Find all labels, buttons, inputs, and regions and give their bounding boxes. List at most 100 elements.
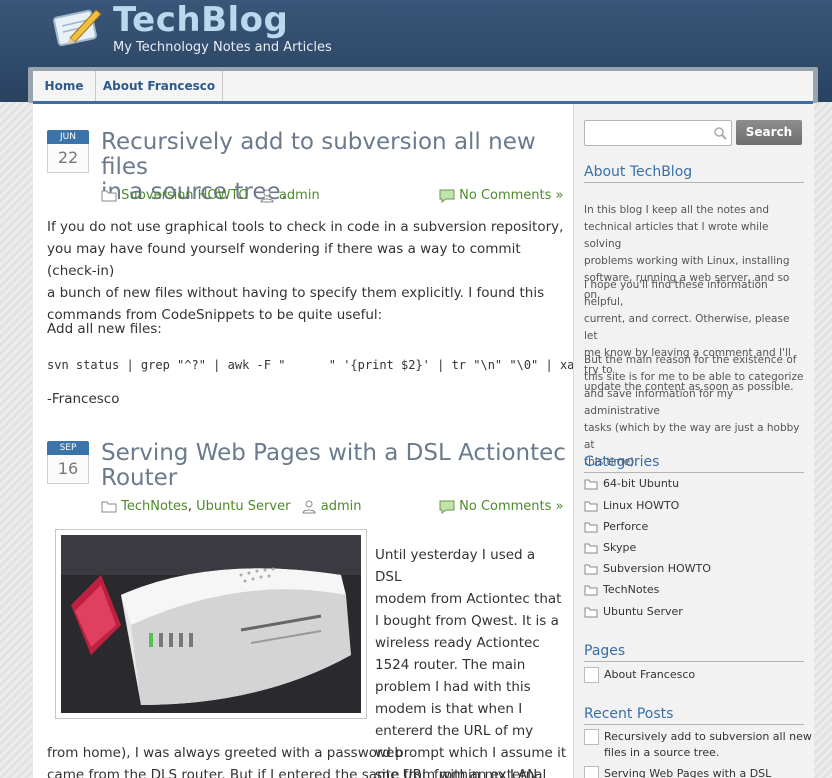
category-separator: ,	[187, 499, 192, 514]
category-link[interactable]: TechNotes	[121, 499, 188, 514]
author-link[interactable]: admin	[279, 188, 320, 203]
post-day: 16	[47, 455, 89, 484]
text-line: this site is for me to be able to catego…	[584, 371, 804, 383]
text-line: Until yesterday I used a DSL	[375, 547, 536, 585]
post-signature: -Francesco	[47, 391, 120, 407]
main-content: JUN 22 Recursively add to subversion all…	[33, 104, 573, 778]
text-line[interactable]: files in a source tree.	[604, 745, 812, 761]
text-line: modem from Actiontec that	[375, 591, 562, 607]
folder-icon	[584, 585, 598, 596]
search-icon	[714, 127, 727, 140]
main-nav: Home About Francesco	[33, 71, 813, 104]
page-label[interactable]: About Francesco	[604, 668, 695, 681]
category-label[interactable]: Subversion HOWTO	[603, 562, 711, 575]
post-date: JUN 22	[47, 130, 89, 174]
page-icon	[584, 766, 599, 778]
text-line: But the main reason for the existence of	[584, 354, 797, 366]
post-title-line[interactable]: Serving Web Pages with a DSL Actiontec	[101, 441, 566, 466]
text-line: modem is that when I	[375, 701, 523, 717]
post-paragraph: from home), I was always greeted with a …	[47, 742, 567, 778]
category-item[interactable]: Skype	[584, 540, 636, 556]
category-label[interactable]: Skype	[603, 541, 636, 554]
post-meta: Subversion HOWTO admin	[101, 188, 320, 203]
categories-heading: Categories	[584, 454, 804, 473]
category-label[interactable]: Linux HOWTO	[603, 499, 679, 512]
text-line: current, and correct. Otherwise, please …	[584, 313, 790, 342]
category-label[interactable]: Ubuntu Server	[603, 605, 683, 618]
recent-post-item[interactable]: Recursively add to subversion all new fi…	[584, 729, 812, 761]
text-line: came from the DLS router. But if I enter…	[47, 767, 547, 778]
post-title-line[interactable]: Recursively add to subversion all new fi…	[101, 130, 573, 180]
text-line: If you do not use graphical tools to che…	[47, 219, 564, 235]
post-paragraph: Add all new files:	[47, 321, 162, 337]
recent-posts-heading: Recent Posts	[584, 706, 804, 725]
comments-meta: No Comments »	[439, 499, 564, 514]
comments-link[interactable]: No Comments »	[459, 188, 563, 203]
recent-post-label[interactable]: Recursively add to subversion all new fi…	[604, 729, 812, 761]
site-title[interactable]: TechBlog	[113, 0, 288, 40]
comments-link[interactable]: No Comments »	[459, 499, 563, 514]
pages-heading: Pages	[584, 643, 804, 662]
user-icon	[302, 500, 316, 513]
post-date: SEP 16	[47, 441, 89, 485]
post-month: JUN	[47, 130, 89, 144]
folder-icon	[584, 607, 598, 618]
folder-icon	[584, 543, 598, 554]
category-label[interactable]: Perforce	[603, 520, 648, 533]
recent-post-label[interactable]: Serving Web Pages with a DSL	[604, 767, 771, 778]
text-line: problems working with Linux, installing	[584, 255, 790, 267]
text-line: a bunch of new files without having to s…	[47, 285, 545, 301]
search-input[interactable]	[584, 120, 732, 146]
folder-icon	[101, 190, 117, 202]
folder-icon	[584, 501, 598, 512]
text-line: you may have found yourself wondering if…	[47, 241, 521, 279]
user-icon	[260, 189, 274, 202]
comment-bubble-icon	[439, 189, 455, 203]
category-item[interactable]: Perforce	[584, 519, 648, 535]
category-link[interactable]: Subversion HOWTO	[121, 188, 249, 203]
text-line: I bought from Qwest. It is a	[375, 613, 559, 629]
text-line: 1524 router. The main	[375, 657, 526, 673]
comments-meta: No Comments »	[439, 188, 564, 203]
search-button[interactable]: Search	[736, 120, 802, 145]
page-item[interactable]: About Francesco	[584, 667, 695, 683]
category-link[interactable]: Ubuntu Server	[196, 499, 290, 514]
nav-item-about-francesco[interactable]: About Francesco	[96, 71, 223, 101]
recent-post-item[interactable]: Serving Web Pages with a DSL	[584, 766, 771, 778]
about-heading: About TechBlog	[584, 164, 804, 183]
page-icon	[584, 729, 599, 745]
category-label[interactable]: 64-bit Ubuntu	[603, 477, 679, 490]
category-label[interactable]: TechNotes	[603, 583, 659, 596]
post-title[interactable]: Serving Web Pages with a DSL Actiontec R…	[101, 441, 566, 491]
comment-bubble-icon	[439, 500, 455, 514]
folder-icon	[584, 564, 598, 575]
site-tagline: My Technology Notes and Articles	[113, 40, 332, 55]
text-line: technical articles that I wrote while so…	[584, 221, 769, 250]
nav-item-home[interactable]: Home	[33, 71, 96, 101]
post-title-line[interactable]: Router	[101, 466, 566, 491]
post-paragraph: If you do not use graphical tools to che…	[47, 216, 567, 326]
post-month: SEP	[47, 441, 89, 455]
text-line: tasks (which by the way are just a hobby…	[584, 422, 800, 451]
text-line: from home), I was always greeted with a …	[47, 745, 567, 761]
text-line[interactable]: Recursively add to subversion all new	[604, 729, 812, 745]
text-line: wireless ready Actiontec	[375, 635, 540, 651]
router-photo	[55, 529, 367, 719]
text-line: In this blog I keep all the notes and	[584, 204, 770, 216]
text-line: I hope you'll find these information hel…	[584, 279, 768, 308]
category-item[interactable]: Ubuntu Server	[584, 604, 683, 620]
category-item[interactable]: Subversion HOWTO	[584, 561, 711, 577]
page-icon	[584, 667, 599, 683]
router-image	[61, 535, 361, 713]
category-item[interactable]: 64-bit Ubuntu	[584, 476, 679, 492]
category-item[interactable]: TechNotes	[584, 582, 659, 598]
text-line: problem I had with this	[375, 679, 531, 695]
category-item[interactable]: Linux HOWTO	[584, 498, 679, 514]
folder-icon	[101, 501, 117, 513]
folder-icon	[584, 522, 598, 533]
notepad-pencil-icon[interactable]	[52, 4, 104, 48]
author-link[interactable]: admin	[321, 499, 362, 514]
post-meta: TechNotes, Ubuntu Server admin	[101, 499, 361, 514]
text-line: and save information for my administrati…	[584, 388, 734, 417]
folder-icon	[584, 479, 598, 490]
